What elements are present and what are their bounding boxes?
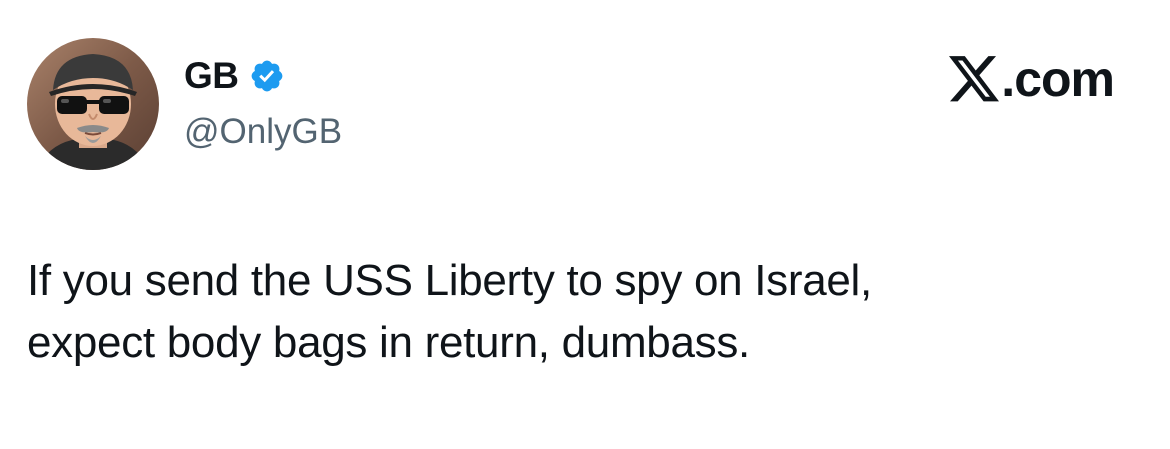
avatar[interactable] [27, 38, 159, 170]
avatar-image [27, 38, 159, 170]
brand-watermark: .com [949, 51, 1115, 107]
verified-badge-icon[interactable] [249, 58, 285, 94]
tweet-line: If you send the USS Liberty to spy on Is… [27, 256, 872, 305]
tweet-line: expect body bags in return, dumbass. [27, 318, 750, 367]
author-handle[interactable]: @OnlyGB [184, 112, 342, 152]
tweet-body: If you send the USS Liberty to spy on Is… [27, 250, 1127, 374]
author-name-row: GB [184, 54, 285, 98]
brand-domain-text: .com [1001, 51, 1115, 107]
display-name[interactable]: GB [184, 55, 239, 97]
tweet-card: GB @OnlyGB .com If you send the USS Libe… [0, 0, 1170, 449]
x-logo-icon [949, 56, 1000, 102]
